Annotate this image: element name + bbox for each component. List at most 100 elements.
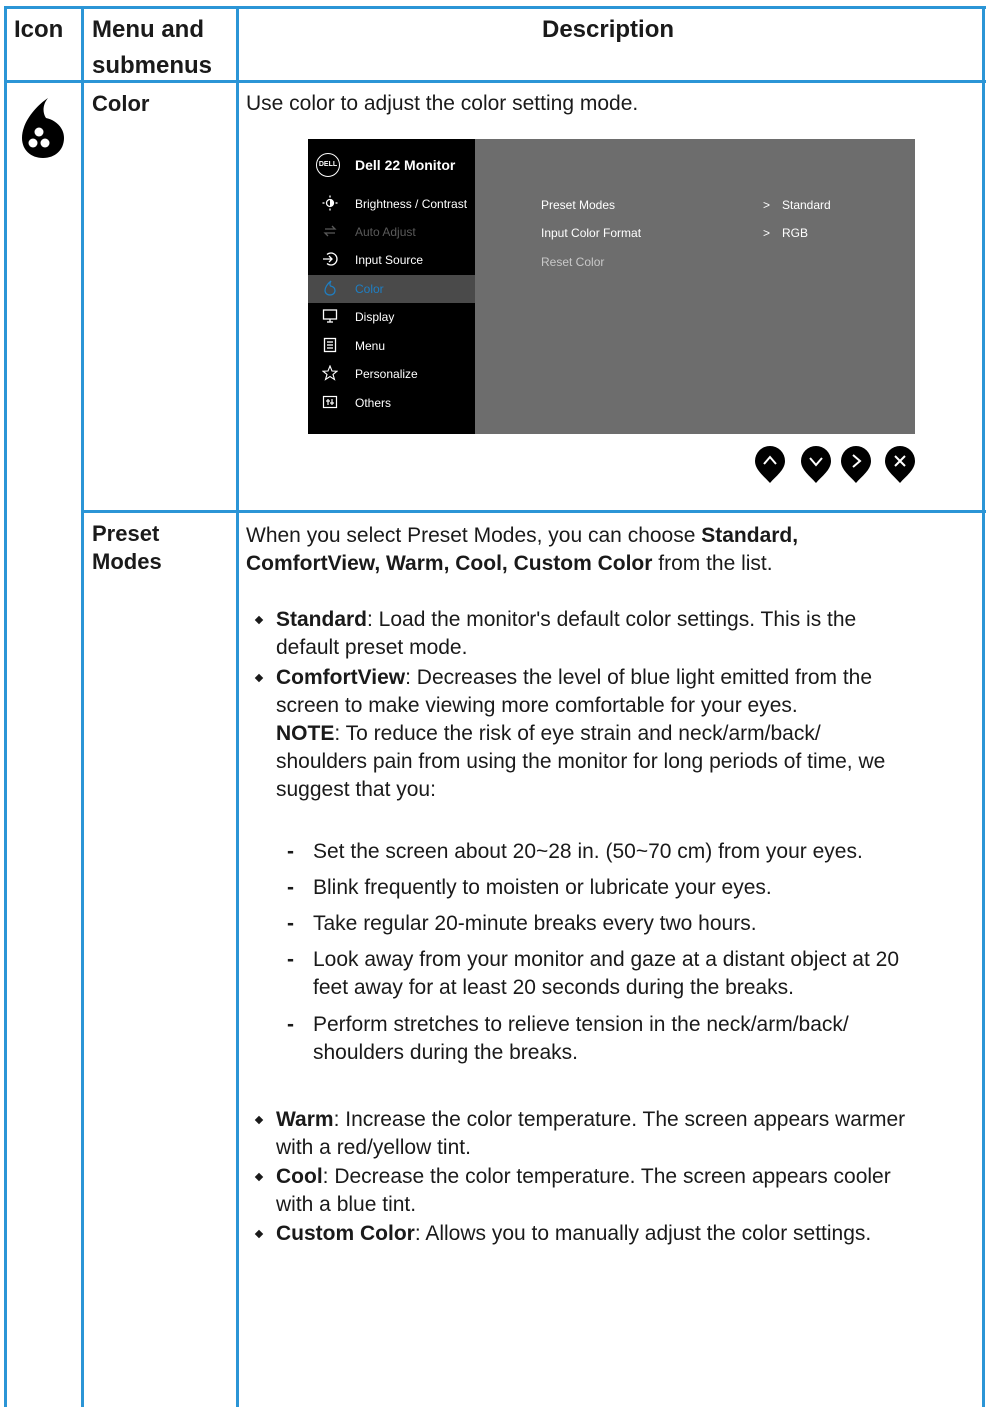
comfort-term: ComfortView [276,666,406,689]
menu-icon [323,337,337,353]
bullet-icon [254,1229,264,1239]
dash-icon: - [287,840,294,863]
preset-intro-a: When you select Preset Modes, you can ch… [246,524,702,547]
comfort-desc-2: screen to make viewing more comfortable … [276,694,798,717]
note-line1: NOTE: To reduce the risk of eye strain a… [276,720,821,748]
dell-logo: DELL [316,153,340,177]
bullet-icon [254,1115,264,1125]
star-icon [322,365,338,381]
custom-1: : Allows you to manually adjust the colo… [414,1222,872,1245]
comfort-desc-1: : Decreases the level of blue light emit… [405,666,873,689]
osd-setting-input-color-arrow: > [763,226,771,240]
header-icon: Icon [14,16,64,43]
preset-intro-d: from the list. [652,552,773,575]
right-button[interactable] [840,446,872,484]
bullet-icon [254,673,264,683]
osd-setting-preset-value: Standard [782,198,831,212]
osd-item-color[interactable]: Color [308,275,475,303]
menu-preset-modes-line1: Preset [92,521,160,546]
up-button[interactable] [754,446,786,484]
osd-item-display[interactable]: Display [308,303,475,331]
header-description: Description [542,16,675,43]
table-border-left [4,6,7,1407]
header-menu-line1: Menu and [92,16,204,43]
tip-item: - Blink frequently to moisten or lubricat… [287,874,772,902]
osd-item-input-source[interactable]: Input Source [308,246,475,274]
bullet-cool: Cool: Decrease the color temperature. Th… [254,1163,891,1191]
osd-setting-input-color-label[interactable]: Input Color Format [541,226,641,240]
tip-text-cont: feet away for at least 20 seconds during… [313,976,794,999]
down-button[interactable] [800,446,832,484]
input-source-icon [323,252,338,266]
standard-desc-1: : Load the monitor's default color setti… [367,608,857,631]
preset-intro-c: ComfortView, Warm, Cool, Custom Color [246,552,653,575]
osd-item-label: Auto Adjust [355,225,416,239]
osd-setting-preset-label[interactable]: Preset Modes [541,198,615,212]
tip-text: Perform stretches to relieve tension in … [313,1013,849,1036]
osd-item-label: Others [355,396,392,410]
osd-item-personalize[interactable]: Personalize [308,360,475,388]
dell-logo-text: DELL [318,161,338,168]
osd-item-label: Display [355,310,395,324]
note-line2: shoulders pain from using the monitor fo… [276,750,886,773]
color-description: Use color to adjust the color setting mo… [246,92,639,115]
display-icon [322,309,338,323]
tip-text: Look away from your monitor and gaze at … [313,948,900,971]
cool-term: Cool [276,1165,323,1188]
preset-intro-b: Standard, [701,524,799,547]
close-button[interactable] [884,446,916,484]
osd-title: Dell 22 Monitor [355,157,456,173]
table-border-header [4,80,986,83]
color-drop-icon [18,96,68,160]
menu-preset-modes-line2: Modes [92,549,162,574]
cool-2: with a blue tint. [276,1193,417,1216]
standard-desc-2: default preset mode. [276,636,468,659]
table-border-row1 [82,510,986,513]
table-border-col1 [81,6,84,1407]
osd-setting-reset-color-label[interactable]: Reset Color [541,255,604,269]
bullet-comfortview: ComfortView: Decreases the level of blue… [254,664,873,692]
osd-item-label: Input Source [355,253,424,267]
dash-icon: - [287,1013,294,1036]
note-line3: suggest that you: [276,778,436,801]
tip-text: Take regular 20-minute breaks every two … [313,912,757,935]
menu-color: Color [92,91,150,116]
preset-intro-line1: When you select Preset Modes, you can ch… [246,522,798,550]
osd-item-menu[interactable]: Menu [308,332,475,360]
tip-item: - Set the screen about 20~28 in. (50~70 c… [287,838,863,866]
warm-2: with a red/yellow tint. [276,1136,471,1159]
others-icon [322,395,338,409]
tip-item: - Look away from your monitor and gaze at… [287,946,900,974]
osd-item-label: Brightness / Contrast [355,197,468,211]
osd-item-label: Color [355,282,384,296]
osd-menu-panel: DELL Dell 22 Monitor Brightness / Contra… [308,139,475,434]
bullet-standard: Standard: Load the monitor's default col… [254,606,857,634]
brightness-icon [322,195,338,211]
custom-term: Custom Color [276,1222,415,1245]
bullet-warm: Warm: Increase the color temperature. Th… [254,1106,906,1134]
dash-icon: - [287,948,294,971]
standard-term: Standard [276,608,368,631]
dash-icon: - [287,876,294,899]
osd-item-brightness[interactable]: Brightness / Contrast [308,190,475,218]
bullet-custom-color: Custom Color: Allows you to manually adj… [254,1220,872,1248]
osd-item-others[interactable]: Others [308,389,475,417]
tip-item: - Take regular 20-minute breaks every two… [287,910,757,938]
osd-setting-preset-arrow: > [763,198,771,212]
color-drop-icon [324,280,336,296]
warm-1: : Increase the color temperature. The sc… [333,1108,906,1131]
note-1: : To reduce the risk of eye strain and n… [334,722,821,745]
note-term: NOTE [276,722,335,745]
tip-text: Blink frequently to moisten or lubricate… [313,876,772,899]
warm-term: Warm [276,1108,334,1131]
tip-text: Set the screen about 20~28 in. (50~70 cm… [313,840,863,863]
auto-adjust-icon [323,225,337,237]
osd-item-label: Personalize [355,367,418,381]
osd-screen: DELL Dell 22 Monitor Brightness / Contra… [308,139,915,434]
tip-item: - Perform stretches to relieve tension in… [287,1011,849,1039]
osd-item-auto-adjust[interactable]: Auto Adjust [308,218,475,246]
tip-text-cont: shoulders during the breaks. [313,1041,578,1064]
header-menu-line2: submenus [92,52,213,79]
cool-1: : Decrease the color temperature. The sc… [322,1165,891,1188]
osd-item-label: Menu [355,339,386,353]
